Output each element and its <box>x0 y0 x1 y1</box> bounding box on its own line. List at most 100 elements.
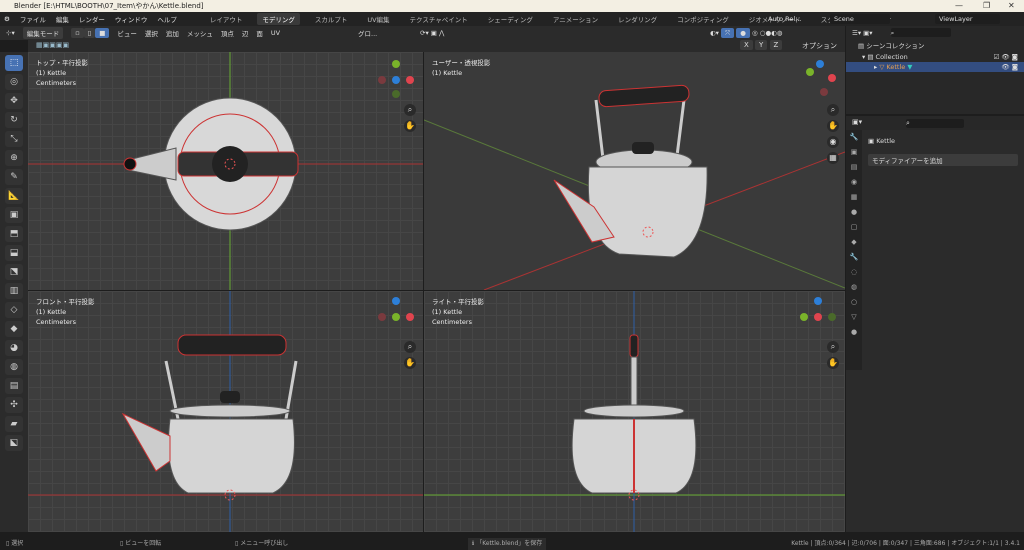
measure-icon[interactable]: 📐 <box>5 188 23 204</box>
properties-search[interactable]: ⌕ <box>906 119 964 128</box>
loop-cut-icon[interactable]: ▥ <box>5 283 23 299</box>
scene-statistics: Kettle | 頂点:0/364 | 辺:0/706 | 面:0/347 | … <box>791 540 1020 547</box>
navigation-gizmo[interactable] <box>376 295 416 335</box>
minimize-button[interactable]: — <box>955 0 963 12</box>
kettle-front-mesh <box>28 291 423 532</box>
mirror-y[interactable]: Y <box>755 40 768 50</box>
bevel-icon[interactable]: ⬔ <box>5 264 23 280</box>
rotate-icon[interactable]: ↻ <box>5 112 23 128</box>
poly-build-icon[interactable]: ◆ <box>5 321 23 337</box>
menu-render[interactable]: レンダー <box>79 14 105 24</box>
move-icon[interactable]: ✥ <box>5 93 23 109</box>
visibility-icons[interactable]: 👁 ◙ <box>1001 62 1018 72</box>
mirror-z[interactable]: Z <box>769 40 783 50</box>
mirror-x[interactable]: X <box>740 40 753 50</box>
pan-hand-icon[interactable]: ✋ <box>404 357 416 369</box>
kettle-perspective-mesh <box>424 84 845 290</box>
smooth-icon[interactable]: ◍ <box>5 359 23 375</box>
navigation-gizmo[interactable] <box>376 58 416 98</box>
tool-settings-row: ▦▣▣▣▣ X Y Z オプション <box>28 40 845 52</box>
add-cube-icon[interactable]: ▣ <box>5 207 23 223</box>
menu-edit[interactable]: 編集 <box>56 14 69 24</box>
auto-run-button[interactable]: Auto Rel... <box>768 15 801 23</box>
kettle-row[interactable]: ▸ ▽ Kettle ▼ 👁 ◙ <box>846 62 1024 72</box>
scene-collection-row[interactable]: ▤ シーンコレクション <box>846 41 1024 51</box>
inset-icon[interactable]: ⬓ <box>5 245 23 261</box>
snap-proportional-icons[interactable]: ⟳▾ ▣ ⋀ <box>420 29 444 37</box>
transform-icon[interactable]: ⊕ <box>5 150 23 166</box>
menu-edge[interactable]: 辺 <box>242 28 249 38</box>
add-modifier-dropdown[interactable]: モディファイアーを追加 <box>868 154 1018 166</box>
menu-mesh[interactable]: メッシュ <box>187 28 213 38</box>
status-saved-message: ℹ 「Kettle.blend」を保存 <box>468 538 547 550</box>
scene-selector[interactable]: Scene <box>830 14 890 24</box>
viewport-front[interactable]: フロント・平行投影 (1) Kettle Centimeters ⌕ ✋ <box>28 291 423 532</box>
menu-vertex[interactable]: 頂点 <box>221 28 234 38</box>
viewport-right[interactable]: ライト・平行投影 (1) Kettle Centimeters ⌕ ✋ <box>424 291 845 532</box>
scale-icon[interactable]: ⤡ <box>5 131 23 147</box>
grid-icon[interactable]: ▦ <box>827 152 839 164</box>
tab-compositing[interactable]: コンポジティング <box>672 13 734 25</box>
outliner-search[interactable]: ⌕ <box>890 28 951 37</box>
tab-rendering[interactable]: レンダリング <box>613 13 662 25</box>
spin-icon[interactable]: ◕ <box>5 340 23 356</box>
pan-hand-icon[interactable]: ✋ <box>827 357 839 369</box>
menu-select[interactable]: 選択 <box>145 28 158 38</box>
zoom-icon[interactable]: ⌕ <box>827 341 839 353</box>
viewport-top[interactable]: トップ・平行投影 (1) Kettle Centimeters ⌕ ✋ <box>28 52 423 290</box>
properties-tabs[interactable]: 🔧 ▣ ▤ ◉ ▦ ● ▢ ◆ 🔧 ◌ ◍ ○ ▽ ● <box>846 130 862 370</box>
menu-uv[interactable]: UV <box>271 29 280 37</box>
blender-logo-icon[interactable]: ⚙ <box>4 15 10 23</box>
select-box-icon[interactable]: ⬚ <box>5 55 23 71</box>
tab-animation[interactable]: アニメーション <box>548 13 603 25</box>
zoom-icon[interactable]: ⌕ <box>827 104 839 116</box>
pan-hand-icon[interactable]: ✋ <box>827 120 839 132</box>
status-rotate-view: ▯ ビューを回転 <box>120 540 162 547</box>
cursor-icon[interactable]: ◎ <box>5 74 23 90</box>
viewport-user-perspective[interactable]: ユーザー・透視投影 (1) Kettle ⌕ ✋ ◉ ▦ <box>424 52 845 290</box>
menu-bar: ⚙ ファイル 編集 レンダー ウィンドウ ヘルプ レイアウト モデリング スカル… <box>0 12 1024 26</box>
options-dropdown[interactable]: オプション <box>802 41 837 51</box>
zoom-icon[interactable]: ⌕ <box>404 104 416 116</box>
tab-shading[interactable]: シェーディング <box>483 13 538 25</box>
selection-mode-icons[interactable]: ▦▣▣▣▣ <box>36 41 69 49</box>
collection-row[interactable]: ▾ ▤ Collection ☑ 👁 ◙ <box>846 52 1024 62</box>
visibility-icons[interactable]: ☑ 👁 ◙ <box>993 52 1018 62</box>
tab-modeling[interactable]: モデリング <box>257 13 300 25</box>
menu-face[interactable]: 面 <box>256 28 263 38</box>
object-name-row: ▣ Kettle <box>868 137 896 145</box>
select-mode-icons[interactable]: ▫ ▯ ■ <box>71 28 110 38</box>
menu-view[interactable]: ビュー <box>117 28 137 38</box>
mode-dropdown[interactable]: 編集モード <box>22 27 64 39</box>
kettle-top-mesh <box>28 52 423 290</box>
tab-sculpt[interactable]: スカルプト <box>310 13 353 25</box>
shrink-icon[interactable]: ✣ <box>5 397 23 413</box>
pan-hand-icon[interactable]: ✋ <box>404 120 416 132</box>
rip-icon[interactable]: ⬕ <box>5 435 23 451</box>
editor-type-icon[interactable]: ⊹▾ <box>6 29 15 37</box>
zoom-icon[interactable]: ⌕ <box>404 341 416 353</box>
menu-add[interactable]: 追加 <box>166 28 179 38</box>
navigation-gizmo[interactable] <box>798 295 838 335</box>
tab-layout[interactable]: レイアウト <box>205 13 248 25</box>
knife-icon[interactable]: ◇ <box>5 302 23 318</box>
tab-uv-editing[interactable]: UV編集 <box>362 13 394 25</box>
extrude-icon[interactable]: ⬒ <box>5 226 23 242</box>
scene-collection-label: シーンコレクション <box>866 42 925 50</box>
navigation-gizmo[interactable] <box>800 58 840 98</box>
overlay-shading-icons[interactable]: ◐▾ ⤧ ● ◎ ○●◐◍ <box>710 27 782 38</box>
transform-orientation-dropdown[interactable]: グロ... <box>358 28 377 38</box>
shear-icon[interactable]: ▰ <box>5 416 23 432</box>
camera-icon[interactable]: ◉ <box>827 136 839 148</box>
close-button[interactable]: ✕ <box>1008 0 1015 12</box>
view-layer-selector[interactable]: ViewLayer <box>935 14 1000 24</box>
annotate-icon[interactable]: ✎ <box>5 169 23 185</box>
menu-help[interactable]: ヘルプ <box>157 14 177 24</box>
status-bar: ▯ 選択 ▯ ビューを回転 ▯ メニュー呼び出し ℹ 「Kettle.blend… <box>0 538 1024 550</box>
menu-window[interactable]: ウィンドウ <box>115 14 148 24</box>
window-title: Blender [E:\HTML\BOOTH\07_Item\やかん\Kettl… <box>14 2 204 10</box>
tab-texture-paint[interactable]: テクスチャペイント <box>405 13 473 25</box>
menu-file[interactable]: ファイル <box>20 14 46 24</box>
maximize-button[interactable]: ❐ <box>983 0 990 12</box>
edge-slide-icon[interactable]: ▤ <box>5 378 23 394</box>
